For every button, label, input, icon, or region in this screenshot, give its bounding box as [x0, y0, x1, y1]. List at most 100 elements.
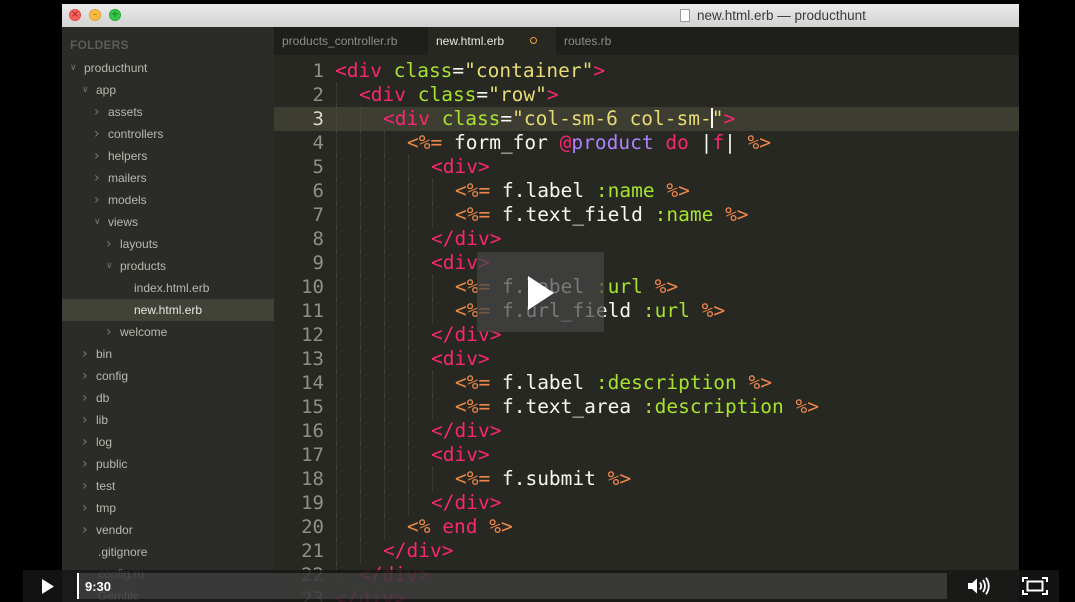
zoom-window-button[interactable]: + — [109, 9, 121, 21]
sidebar-item[interactable]: › log — [62, 431, 274, 453]
code-line[interactable]: <%= f.label :name %> — [455, 179, 690, 203]
chevron-right-icon[interactable]: › — [82, 431, 90, 453]
sidebar-item[interactable]: › bin — [62, 343, 274, 365]
chevron-right-icon[interactable]: › — [106, 233, 114, 255]
code-line[interactable]: <div> — [431, 347, 490, 371]
tab-new-html-erb[interactable]: new.html.erb — [428, 27, 556, 55]
chevron-right-icon[interactable]: › — [106, 321, 114, 343]
close-window-button[interactable]: × — [69, 9, 81, 21]
code-line[interactable]: <%= f.submit %> — [455, 467, 631, 491]
play-button[interactable] — [23, 570, 71, 602]
code-line[interactable]: <div> — [431, 155, 490, 179]
chevron-right-icon[interactable]: › — [82, 475, 90, 497]
unsaved-dot-icon[interactable] — [530, 37, 537, 44]
sidebar-item[interactable]: ∨ producthunt — [62, 57, 274, 79]
sidebar-item[interactable]: new.html.erb — [62, 299, 274, 321]
code-token: <div> — [431, 347, 490, 370]
sidebar-item[interactable]: › assets — [62, 101, 274, 123]
indent-guide — [360, 419, 361, 443]
code-line[interactable]: </div> — [431, 419, 501, 443]
sidebar-item[interactable]: › welcome — [62, 321, 274, 343]
fullscreen-button[interactable] — [1011, 570, 1059, 602]
volume-icon — [968, 577, 990, 595]
chevron-right-icon[interactable]: › — [94, 167, 102, 189]
indent-guide — [336, 395, 337, 419]
play-overlay-button[interactable] — [477, 252, 604, 332]
code-token: f.label — [490, 371, 596, 394]
sidebar-item[interactable]: › mailers — [62, 167, 274, 189]
code-line[interactable]: <div class="container"> — [335, 59, 605, 83]
code-token: class — [393, 59, 453, 82]
chevron-right-icon[interactable]: › — [94, 145, 102, 167]
code-line[interactable]: </div> — [431, 491, 501, 515]
chevron-right-icon[interactable]: › — [82, 387, 90, 409]
code-line[interactable]: </div> — [431, 227, 501, 251]
chevron-right-icon[interactable]: › — [82, 453, 90, 475]
code-token: form_for — [453, 131, 548, 154]
code-line[interactable]: <%= f.label :description %> — [455, 371, 772, 395]
close-icon: × — [70, 9, 80, 20]
sidebar-item[interactable]: ∨ views — [62, 211, 274, 233]
sidebar-item[interactable]: › helpers — [62, 145, 274, 167]
sidebar-item[interactable]: › models — [62, 189, 274, 211]
sidebar-item-label: app — [96, 83, 117, 97]
chevron-right-icon[interactable]: › — [82, 365, 90, 387]
indent-guide — [360, 347, 361, 371]
sidebar-item[interactable]: ∨ products — [62, 255, 274, 277]
volume-button[interactable] — [955, 570, 1005, 602]
code-line[interactable]: <div class="row"> — [359, 83, 559, 107]
playhead[interactable] — [77, 573, 79, 599]
sidebar-item[interactable]: ∨ app — [62, 79, 274, 101]
sidebar-item[interactable]: .gitignore — [62, 541, 274, 563]
sidebar-item[interactable]: › lib — [62, 409, 274, 431]
chevron-down-icon[interactable]: ∨ — [94, 211, 102, 233]
code-line[interactable]: <%= f.text_area :description %> — [455, 395, 819, 419]
chevron-right-icon[interactable]: › — [82, 497, 90, 519]
code-line[interactable]: <div> — [431, 443, 490, 467]
sidebar-item[interactable]: › public — [62, 453, 274, 475]
code-line[interactable]: <%= form_for @product do |f| %> — [407, 131, 771, 155]
chevron-down-icon[interactable]: ∨ — [106, 255, 114, 277]
sidebar-item[interactable]: › test — [62, 475, 274, 497]
sidebar-item[interactable]: index.html.erb — [62, 277, 274, 299]
sidebar-item[interactable]: › vendor — [62, 519, 274, 541]
tab-routes[interactable]: routes.rb — [556, 27, 656, 55]
chevron-right-icon[interactable]: › — [82, 409, 90, 431]
minimize-window-button[interactable]: – — [89, 9, 101, 21]
chevron-down-icon[interactable]: ∨ — [82, 79, 90, 101]
chevron-right-icon[interactable]: › — [82, 519, 90, 541]
sidebar-item[interactable]: › db — [62, 387, 274, 409]
chevron-down-icon[interactable]: ∨ — [70, 57, 78, 79]
indent-guide — [336, 179, 337, 203]
code-line[interactable]: <div class="col-sm-6 col-sm-"> — [383, 107, 735, 131]
progress-bar[interactable] — [77, 573, 947, 599]
indent-guide — [408, 155, 409, 179]
sidebar-item[interactable]: › config — [62, 365, 274, 387]
indent-guide — [360, 227, 361, 251]
code-token: class — [441, 107, 501, 130]
chevron-right-icon[interactable]: › — [82, 343, 90, 365]
sidebar-item-label: test — [96, 479, 116, 493]
code-token: > — [723, 107, 736, 130]
sidebar-item[interactable]: › tmp — [62, 497, 274, 519]
sidebar-item[interactable]: › controllers — [62, 123, 274, 145]
indent-guide — [408, 491, 409, 515]
code-line[interactable]: <% end %> — [407, 515, 513, 539]
chevron-right-icon[interactable]: › — [94, 123, 102, 145]
chevron-right-icon[interactable]: › — [94, 189, 102, 211]
sidebar-item[interactable]: › layouts — [62, 233, 274, 255]
code-token: class — [417, 83, 477, 106]
code-line[interactable]: <%= f.text_field :name %> — [455, 203, 749, 227]
tab-products-controller[interactable]: products_controller.rb — [274, 27, 428, 55]
code-editor[interactable]: 1 <div class="container"> 2 <div class="row… — [274, 55, 1019, 602]
chevron-right-icon[interactable]: › — [94, 101, 102, 123]
indent-guide — [336, 107, 337, 131]
code-line[interactable]: </div> — [383, 539, 453, 563]
sidebar-item-label: tmp — [96, 501, 117, 515]
code-token: | — [688, 131, 713, 154]
